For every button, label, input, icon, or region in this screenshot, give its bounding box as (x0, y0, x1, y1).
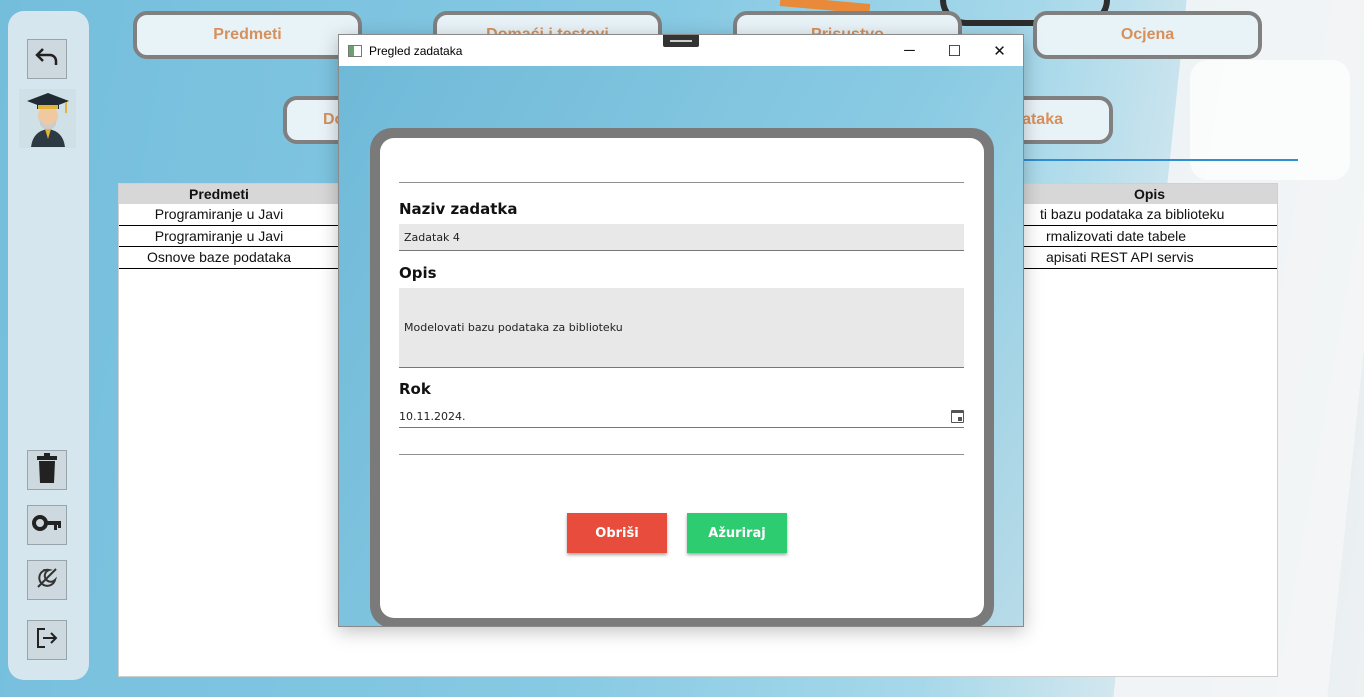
nav-predmeti[interactable]: Predmeti (133, 11, 362, 59)
background-pills (1190, 60, 1350, 180)
undo-icon (35, 47, 59, 71)
card-frame: Naziv zadatka Zadatak 4 Opis Modelovati … (370, 128, 994, 626)
due-date-label: Rok (399, 380, 431, 398)
nav-ocjena[interactable]: Ocjena (1033, 11, 1262, 59)
close-button[interactable]: ✕ (977, 35, 1022, 66)
delete-button[interactable] (27, 450, 67, 490)
header-predmeti[interactable]: Predmeti (119, 184, 319, 204)
nav-label: ataka (1022, 111, 1063, 128)
description-label: Opis (399, 264, 437, 282)
logout-icon (35, 626, 59, 654)
minimize-button[interactable]: ─ (887, 35, 932, 66)
description-field[interactable]: Modelovati bazu podataka za biblioteku (399, 288, 964, 368)
nav-label: Predmeti (213, 26, 282, 43)
cell-predmet: Programiranje u Javi (154, 206, 284, 222)
trash-icon (36, 453, 58, 487)
password-button[interactable] (27, 505, 67, 545)
window-title: Pregled zadataka (369, 43, 463, 58)
maximize-button[interactable]: ☐ (932, 35, 977, 66)
task-card: Naziv zadatka Zadatak 4 Opis Modelovati … (380, 138, 984, 618)
task-review-window: Pregled zadataka ─ ☐ ✕ Naziv zadatka Zad… (338, 34, 1024, 627)
theme-toggle-icon (35, 566, 59, 594)
header-opis[interactable]: Opis (1022, 184, 1277, 204)
due-date-picker[interactable]: 10.11.2024. (399, 406, 964, 428)
sidebar (8, 11, 89, 680)
cell-opis: rmalizovati date tabele (1046, 227, 1187, 244)
app-icon (348, 44, 362, 57)
update-task-button[interactable]: Ažuriraj (687, 513, 787, 553)
name-field[interactable]: Zadatak 4 (399, 224, 964, 251)
delete-task-button[interactable]: Obriši (567, 513, 667, 553)
theme-toggle-button[interactable] (27, 560, 67, 600)
due-date-value: 10.11.2024. (399, 410, 466, 423)
cell-predmet: Programiranje u Javi (154, 227, 284, 244)
tab-underline (1020, 159, 1298, 161)
key-icon (32, 514, 62, 536)
cell-opis: apisati REST API servis (1046, 249, 1194, 265)
name-label: Naziv zadatka (399, 200, 518, 218)
window-body: Naziv zadatka Zadatak 4 Opis Modelovati … (339, 66, 1023, 626)
undo-button[interactable] (27, 39, 67, 79)
cell-predmet: Osnove baze podataka (147, 249, 291, 265)
title-bar[interactable]: Pregled zadataka ─ ☐ ✕ (339, 35, 1023, 66)
divider-top (399, 182, 964, 183)
divider-bottom (399, 454, 964, 455)
nav-label: Ocjena (1120, 26, 1175, 43)
drag-grip[interactable] (663, 35, 699, 47)
cell-opis: ti bazu podataka za biblioteku (1040, 206, 1225, 222)
avatar (19, 89, 76, 148)
logout-button[interactable] (27, 620, 67, 660)
calendar-icon[interactable] (951, 410, 964, 423)
